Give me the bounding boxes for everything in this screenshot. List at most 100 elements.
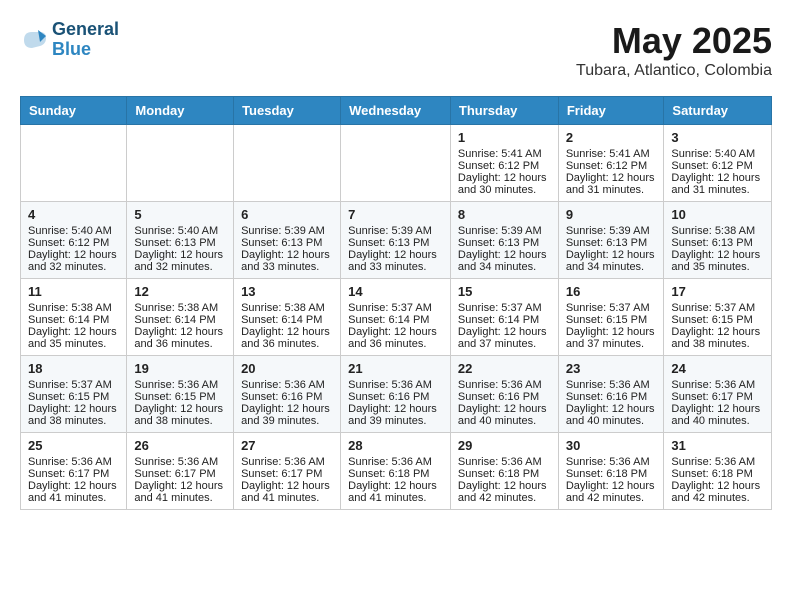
cell-content-line: Daylight: 12 hours bbox=[28, 403, 119, 415]
cell-content-line: Sunset: 6:13 PM bbox=[671, 237, 764, 249]
cell-content-line: and 38 minutes. bbox=[671, 338, 764, 350]
cell-content-line: Sunrise: 5:39 AM bbox=[566, 225, 657, 237]
cell-content-line: Sunrise: 5:37 AM bbox=[566, 302, 657, 314]
day-number: 6 bbox=[241, 207, 333, 222]
calendar-cell bbox=[127, 125, 234, 202]
cell-content-line: and 37 minutes. bbox=[458, 338, 551, 350]
cell-content-line: Daylight: 12 hours bbox=[348, 326, 443, 338]
day-number: 25 bbox=[28, 438, 119, 453]
cell-content-line: Sunset: 6:17 PM bbox=[28, 468, 119, 480]
cell-content-line: Daylight: 12 hours bbox=[134, 480, 226, 492]
day-number: 9 bbox=[566, 207, 657, 222]
cell-content-line: Sunrise: 5:36 AM bbox=[348, 456, 443, 468]
calendar-cell: 25Sunrise: 5:36 AMSunset: 6:17 PMDayligh… bbox=[21, 433, 127, 510]
cell-content-line: Sunrise: 5:40 AM bbox=[134, 225, 226, 237]
cell-content-line: Sunset: 6:18 PM bbox=[671, 468, 764, 480]
cell-content-line: Daylight: 12 hours bbox=[348, 480, 443, 492]
month-title: May 2025 bbox=[576, 20, 772, 62]
cell-content-line: Sunrise: 5:37 AM bbox=[671, 302, 764, 314]
cell-content-line: Sunrise: 5:36 AM bbox=[458, 379, 551, 391]
cell-content-line: Sunset: 6:12 PM bbox=[566, 160, 657, 172]
cell-content-line: Sunrise: 5:36 AM bbox=[241, 379, 333, 391]
cell-content-line: Daylight: 12 hours bbox=[671, 403, 764, 415]
calendar-cell: 10Sunrise: 5:38 AMSunset: 6:13 PMDayligh… bbox=[664, 202, 772, 279]
calendar-cell: 12Sunrise: 5:38 AMSunset: 6:14 PMDayligh… bbox=[127, 279, 234, 356]
cell-content-line: Sunset: 6:12 PM bbox=[28, 237, 119, 249]
cell-content-line: Sunset: 6:13 PM bbox=[348, 237, 443, 249]
calendar-cell: 6Sunrise: 5:39 AMSunset: 6:13 PMDaylight… bbox=[234, 202, 341, 279]
calendar-cell: 17Sunrise: 5:37 AMSunset: 6:15 PMDayligh… bbox=[664, 279, 772, 356]
cell-content-line: and 39 minutes. bbox=[348, 415, 443, 427]
calendar-cell: 24Sunrise: 5:36 AMSunset: 6:17 PMDayligh… bbox=[664, 356, 772, 433]
cell-content-line: and 42 minutes. bbox=[671, 492, 764, 504]
cell-content-line: Sunset: 6:13 PM bbox=[241, 237, 333, 249]
calendar-week-row: 4Sunrise: 5:40 AMSunset: 6:12 PMDaylight… bbox=[21, 202, 772, 279]
cell-content-line: Sunset: 6:13 PM bbox=[458, 237, 551, 249]
cell-content-line: Daylight: 12 hours bbox=[566, 403, 657, 415]
cell-content-line: Sunrise: 5:37 AM bbox=[348, 302, 443, 314]
location-title: Tubara, Atlantico, Colombia bbox=[576, 62, 772, 80]
page-header: General Blue May 2025 Tubara, Atlantico,… bbox=[20, 20, 772, 80]
calendar-cell bbox=[21, 125, 127, 202]
day-number: 5 bbox=[134, 207, 226, 222]
day-number: 20 bbox=[241, 361, 333, 376]
calendar-week-row: 1 Sunrise: 5:41 AMSunset: 6:12 PMDaylight… bbox=[21, 125, 772, 202]
cell-content-line: and 40 minutes. bbox=[458, 415, 551, 427]
day-number: 15 bbox=[458, 284, 551, 299]
cell-content-line: Sunrise: 5:36 AM bbox=[241, 456, 333, 468]
cell-content-line: Sunset: 6:13 PM bbox=[566, 237, 657, 249]
calendar-cell: 22Sunrise: 5:36 AMSunset: 6:16 PMDayligh… bbox=[450, 356, 558, 433]
day-number: 30 bbox=[566, 438, 657, 453]
cell-content-line: Sunset: 6:15 PM bbox=[134, 391, 226, 403]
calendar-cell: 26Sunrise: 5:36 AMSunset: 6:17 PMDayligh… bbox=[127, 433, 234, 510]
title-area: May 2025 Tubara, Atlantico, Colombia bbox=[576, 20, 772, 80]
cell-content-line: and 30 minutes. bbox=[458, 184, 551, 196]
calendar-cell: 27Sunrise: 5:36 AMSunset: 6:17 PMDayligh… bbox=[234, 433, 341, 510]
day-number: 2 bbox=[566, 130, 657, 145]
day-number: 17 bbox=[671, 284, 764, 299]
calendar-week-row: 18Sunrise: 5:37 AMSunset: 6:15 PMDayligh… bbox=[21, 356, 772, 433]
logo-icon bbox=[20, 26, 48, 54]
cell-content-line: Sunset: 6:16 PM bbox=[241, 391, 333, 403]
cell-content-line: Daylight: 12 hours bbox=[458, 249, 551, 261]
cell-content-line: Sunrise: 5:40 AM bbox=[28, 225, 119, 237]
cell-content-line: Daylight: 12 hours bbox=[348, 403, 443, 415]
logo-text: General Blue bbox=[52, 20, 119, 60]
day-number: 26 bbox=[134, 438, 226, 453]
cell-content-line: Sunrise: 5:41 AM bbox=[566, 148, 657, 160]
calendar-cell: 16Sunrise: 5:37 AMSunset: 6:15 PMDayligh… bbox=[558, 279, 664, 356]
cell-content-line: and 41 minutes. bbox=[241, 492, 333, 504]
calendar-cell: 28Sunrise: 5:36 AMSunset: 6:18 PMDayligh… bbox=[341, 433, 451, 510]
calendar-week-row: 11Sunrise: 5:38 AMSunset: 6:14 PMDayligh… bbox=[21, 279, 772, 356]
day-number: 31 bbox=[671, 438, 764, 453]
cell-content-line: Sunset: 6:14 PM bbox=[134, 314, 226, 326]
cell-content-line: Sunrise: 5:38 AM bbox=[28, 302, 119, 314]
cell-content-line: and 41 minutes. bbox=[348, 492, 443, 504]
day-number: 7 bbox=[348, 207, 443, 222]
cell-content-line: and 31 minutes. bbox=[566, 184, 657, 196]
calendar-cell: 11Sunrise: 5:38 AMSunset: 6:14 PMDayligh… bbox=[21, 279, 127, 356]
cell-content-line: Sunrise: 5:36 AM bbox=[134, 379, 226, 391]
cell-content-line: and 41 minutes. bbox=[134, 492, 226, 504]
cell-content-line: Sunset: 6:16 PM bbox=[458, 391, 551, 403]
day-number: 22 bbox=[458, 361, 551, 376]
cell-content-line: Daylight: 12 hours bbox=[241, 480, 333, 492]
calendar-cell: 4Sunrise: 5:40 AMSunset: 6:12 PMDaylight… bbox=[21, 202, 127, 279]
cell-content-line: Daylight: 12 hours bbox=[566, 326, 657, 338]
cell-content-line: Sunset: 6:14 PM bbox=[241, 314, 333, 326]
cell-content-line: and 31 minutes. bbox=[671, 184, 764, 196]
cell-content-line: and 41 minutes. bbox=[28, 492, 119, 504]
cell-content-line: and 36 minutes. bbox=[134, 338, 226, 350]
cell-content-line: Sunset: 6:14 PM bbox=[28, 314, 119, 326]
cell-content-line: and 42 minutes. bbox=[566, 492, 657, 504]
day-number: 28 bbox=[348, 438, 443, 453]
cell-content-line: Daylight: 12 hours bbox=[458, 480, 551, 492]
calendar-cell: 18Sunrise: 5:37 AMSunset: 6:15 PMDayligh… bbox=[21, 356, 127, 433]
day-number: 3 bbox=[671, 130, 764, 145]
cell-content-line: Sunrise: 5:36 AM bbox=[566, 456, 657, 468]
cell-content-line: Sunrise: 5:36 AM bbox=[28, 456, 119, 468]
calendar-cell: 29Sunrise: 5:36 AMSunset: 6:18 PMDayligh… bbox=[450, 433, 558, 510]
day-number: 1 bbox=[458, 130, 551, 145]
cell-content-line: Daylight: 12 hours bbox=[566, 172, 657, 184]
calendar-cell: 3Sunrise: 5:40 AMSunset: 6:12 PMDaylight… bbox=[664, 125, 772, 202]
